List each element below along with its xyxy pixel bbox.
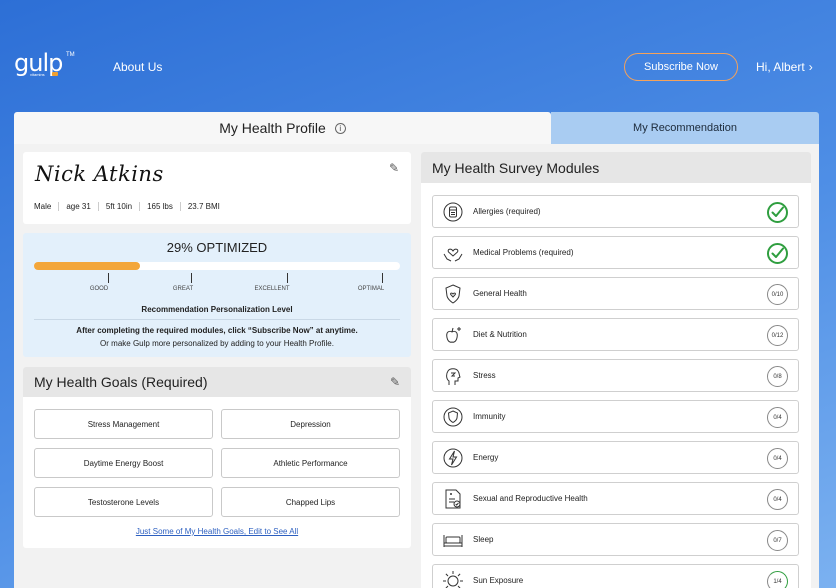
module-label: Energy <box>473 453 499 462</box>
survey-modules-card: My Health Survey Modules Allergies (requ… <box>421 152 811 588</box>
logo-subtitle: vitamins <box>30 72 45 77</box>
level-tick-optimal <box>382 273 383 283</box>
module-immunity[interactable]: Immunity 0/4 <box>432 400 799 433</box>
goals-title: My Health Goals (Required) <box>34 374 208 390</box>
logo-trademark: TM <box>66 52 75 58</box>
module-label: General Health <box>473 289 527 298</box>
optimization-card: 29% OPTIMIZED GOOD GREAT EXCELLENT OPTIM… <box>23 233 411 357</box>
module-label: Sexual and Reproductive Health <box>473 494 588 503</box>
module-general-health[interactable]: General Health 0/10 <box>432 277 799 310</box>
module-label: Medical Problems (required) <box>473 248 574 257</box>
divider <box>34 319 400 320</box>
stat-age: age 31 <box>58 202 97 211</box>
level-tick-excellent <box>287 273 288 283</box>
module-diet-nutrition[interactable]: Diet & Nutrition 0/12 <box>432 318 799 351</box>
stat-sex: Male <box>34 202 52 211</box>
module-stress[interactable]: Stress 0/8 <box>432 359 799 392</box>
goal-testosterone-levels[interactable]: Testosterone Levels <box>34 487 213 517</box>
optimization-note: Or make Gulp more personalized by adding… <box>100 339 334 348</box>
shield-heart-icon <box>442 283 464 305</box>
module-sun-exposure[interactable]: Sun Exposure 1/4 <box>432 564 799 588</box>
document-health-icon <box>442 488 464 510</box>
goal-depression[interactable]: Depression <box>221 409 400 439</box>
bed-icon <box>442 529 464 551</box>
user-signature: Nick Atkins <box>35 162 164 186</box>
module-label: Diet & Nutrition <box>473 330 527 339</box>
level-label-optimal: OPTIMAL <box>357 286 385 292</box>
goal-daytime-energy-boost[interactable]: Daytime Energy Boost <box>34 448 213 478</box>
module-label: Stress <box>473 371 496 380</box>
user-menu[interactable]: Hi, Albert › <box>756 60 813 74</box>
module-progress-count: 0/4 <box>767 489 788 510</box>
check-circle-icon <box>766 201 789 224</box>
level-label-great: GREAT <box>172 286 194 292</box>
logo-wordmark: gulp <box>14 49 63 77</box>
module-progress-count: 0/12 <box>767 325 788 346</box>
module-progress-count: 0/8 <box>767 366 788 387</box>
optimization-note-bold: After completing the required modules, c… <box>76 326 358 335</box>
module-progress-count: 0/7 <box>767 530 788 551</box>
level-tick-great <box>191 273 192 283</box>
survey-title: My Health Survey Modules <box>432 160 600 176</box>
tab-my-recommendation[interactable]: My Recommendation <box>551 112 819 144</box>
edit-pencil-icon[interactable]: ✎ <box>389 161 399 175</box>
logo-accent-mark <box>52 72 58 76</box>
check-circle-icon <box>766 242 789 265</box>
gulp-logo[interactable]: gulp TM vitamins <box>14 49 75 78</box>
health-goals-card: My Health Goals (Required) ✎ Stress Mana… <box>23 367 411 548</box>
module-progress-count: 0/4 <box>767 407 788 428</box>
module-label: Immunity <box>473 412 506 421</box>
nav-about-us[interactable]: About Us <box>113 60 162 74</box>
module-label: Allergies (required) <box>473 207 541 216</box>
goal-athletic-performance[interactable]: Athletic Performance <box>221 448 400 478</box>
module-label: Sleep <box>473 535 494 544</box>
head-stress-icon <box>442 365 464 387</box>
survey-header: My Health Survey Modules <box>421 152 811 183</box>
module-label: Sun Exposure <box>473 576 524 585</box>
sun-icon <box>442 570 464 588</box>
subscribe-now-button[interactable]: Subscribe Now <box>624 53 738 81</box>
profile-stats: Male age 31 5ft 10in 165 lbs 23.7 BMI <box>34 202 227 211</box>
optimization-progress-bar <box>34 262 400 270</box>
edit-goals-link[interactable]: Just Some of My Health Goals, Edit to Se… <box>23 527 411 536</box>
info-icon[interactable]: i <box>334 122 346 134</box>
lightning-icon <box>442 447 464 469</box>
goal-stress-management[interactable]: Stress Management <box>34 409 213 439</box>
immunity-shield-icon <box>442 406 464 428</box>
module-progress-count: 0/4 <box>767 448 788 469</box>
user-greeting: Hi, Albert <box>756 60 805 74</box>
module-sexual-reproductive-health[interactable]: Sexual and Reproductive Health 0/4 <box>432 482 799 515</box>
optimization-title: 29% OPTIMIZED <box>166 240 268 255</box>
goals-header: My Health Goals (Required) ✎ <box>23 367 411 397</box>
tab-my-health-profile[interactable]: My Health Profile i <box>14 112 551 144</box>
stat-height: 5ft 10in <box>97 202 139 211</box>
edit-goals-pencil-icon[interactable]: ✎ <box>390 375 400 389</box>
apple-icon <box>442 324 464 346</box>
stat-weight: 165 lbs <box>139 202 180 211</box>
optimization-progress-fill <box>34 262 141 270</box>
module-allergies[interactable]: Allergies (required) <box>432 195 799 228</box>
optimization-caption: Recommendation Personalization Level <box>141 305 293 314</box>
goal-chapped-lips[interactable]: Chapped Lips <box>221 487 400 517</box>
stat-bmi: 23.7 BMI <box>179 202 227 211</box>
module-medical-problems[interactable]: Medical Problems (required) <box>432 236 799 269</box>
level-label-excellent: EXCELLENT <box>254 286 290 292</box>
level-tick-good <box>108 273 109 283</box>
module-progress-count: 0/10 <box>767 284 788 305</box>
heart-hands-icon <box>442 242 464 264</box>
pill-bottle-icon <box>442 201 464 223</box>
profile-summary-card: Nick Atkins ✎ Male age 31 5ft 10in 165 l… <box>23 152 411 224</box>
module-sleep[interactable]: Sleep 0/7 <box>432 523 799 556</box>
chevron-right-icon: › <box>808 60 813 74</box>
module-progress-count: 1/4 <box>767 571 788 588</box>
tab-label: My Health Profile <box>219 120 326 136</box>
module-energy[interactable]: Energy 0/4 <box>432 441 799 474</box>
level-label-good: GOOD <box>89 286 109 292</box>
